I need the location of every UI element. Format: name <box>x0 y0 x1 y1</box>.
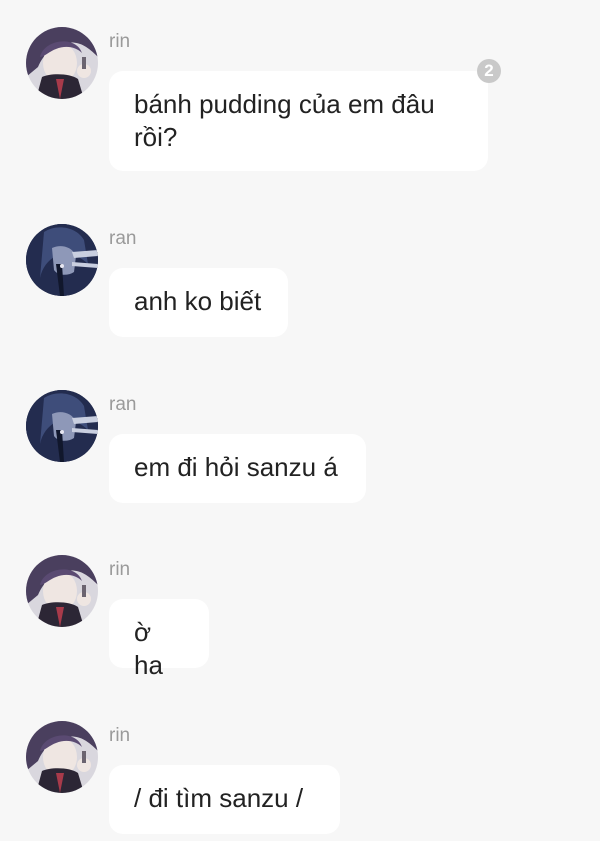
rin-avatar-icon[interactable] <box>26 555 98 627</box>
rin-avatar-icon[interactable] <box>26 27 98 99</box>
message-bubble[interactable]: ờ ha <box>109 599 209 680</box>
message-bubble[interactable]: anh ko biết <box>109 268 288 337</box>
ran-avatar-icon[interactable] <box>26 390 98 462</box>
chat-thread: rin bánh pudding của em đâu rồi? 2 ran a… <box>0 0 600 841</box>
message-bubble[interactable]: bánh pudding của em đâu rồi? <box>109 71 488 171</box>
sender-name: ran <box>109 394 137 415</box>
sender-name: rin <box>109 725 131 746</box>
message-bubble[interactable]: / đi tìm sanzu / <box>109 765 340 834</box>
read-count-badge: 2 <box>477 59 501 83</box>
ran-avatar-icon[interactable] <box>26 224 98 296</box>
sender-name: ran <box>109 228 137 249</box>
sender-name: rin <box>109 31 131 52</box>
sender-name: rin <box>109 559 131 580</box>
message-bubble[interactable]: em đi hỏi sanzu á <box>109 434 366 503</box>
rin-avatar-icon[interactable] <box>26 721 98 793</box>
